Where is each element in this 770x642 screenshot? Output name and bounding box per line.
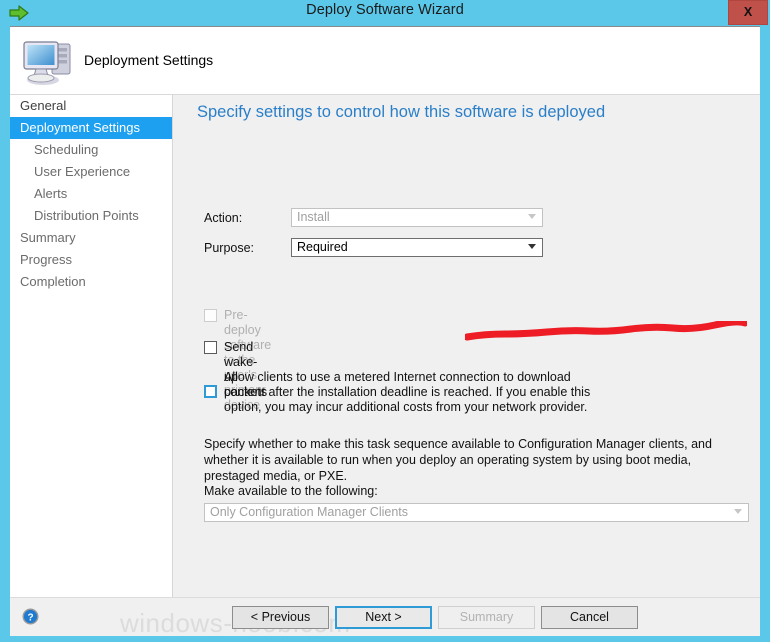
sidebar-item-deployment-settings[interactable]: Deployment Settings <box>10 117 172 139</box>
red-underline-annotation <box>463 318 749 341</box>
sidebar-item-completion[interactable]: Completion <box>10 271 172 293</box>
sidebar-item-general[interactable]: General <box>10 95 172 117</box>
sidebar-item-scheduling[interactable]: Scheduling <box>10 139 172 161</box>
window-title: Deploy Software Wizard <box>306 2 464 18</box>
next-button[interactable]: Next > <box>335 606 432 629</box>
sidebar-item-distribution-points[interactable]: Distribution Points <box>10 205 172 227</box>
wizard-header: Deployment Settings <box>10 27 760 95</box>
wizard-header-title: Deployment Settings <box>84 52 214 68</box>
wizard-inner-frame: Deployment Settings General Deployment S… <box>10 26 760 638</box>
task-sequence-description: Specify whether to make this task sequen… <box>204 437 712 483</box>
cancel-button[interactable]: Cancel <box>541 606 638 629</box>
chevron-down-icon <box>734 509 742 514</box>
make-available-label: Make available to the following: <box>204 484 378 498</box>
page-title: Specify settings to control how this sof… <box>197 103 606 121</box>
sidebar-item-summary[interactable]: Summary <box>10 227 172 249</box>
svg-text:?: ? <box>27 612 33 623</box>
computer-icon <box>18 30 78 90</box>
title-bar: Deploy Software Wizard X <box>0 0 770 26</box>
close-button[interactable]: X <box>728 0 768 25</box>
wizard-step-nav: General Deployment Settings Scheduling U… <box>10 95 173 597</box>
make-available-dropdown[interactable]: Only Configuration Manager Clients <box>204 503 749 522</box>
make-available-dropdown-value: Only Configuration Manager Clients <box>210 505 409 519</box>
purpose-dropdown[interactable]: Required <box>291 238 543 257</box>
purpose-label: Purpose: <box>204 241 255 255</box>
metered-connection-checkbox[interactable] <box>204 385 217 398</box>
send-wake-up-packets-checkbox[interactable] <box>204 341 217 354</box>
purpose-dropdown-value: Required <box>297 240 348 254</box>
previous-button[interactable]: < Previous <box>232 606 329 629</box>
chevron-down-icon <box>528 214 536 219</box>
action-dropdown[interactable]: Install <box>291 208 543 227</box>
action-dropdown-value: Install <box>297 210 330 224</box>
help-icon[interactable]: ? <box>22 608 39 625</box>
summary-button: Summary <box>438 606 535 629</box>
chevron-down-icon <box>528 244 536 249</box>
sidebar-item-progress[interactable]: Progress <box>10 249 172 271</box>
metered-connection-label: Allow clients to use a metered Internet … <box>224 370 591 414</box>
sidebar-item-alerts[interactable]: Alerts <box>10 183 172 205</box>
action-label: Action: <box>204 211 243 225</box>
sidebar-item-user-experience[interactable]: User Experience <box>10 161 172 183</box>
pre-deploy-checkbox <box>204 309 217 322</box>
wizard-footer: ? windows-noob.com < Previous Next > Sum… <box>10 597 760 638</box>
deploy-software-wizard-window: Deploy Software Wizard X Deployment Sett… <box>0 0 770 642</box>
content-pane: Specify settings to control how this sof… <box>173 95 760 597</box>
